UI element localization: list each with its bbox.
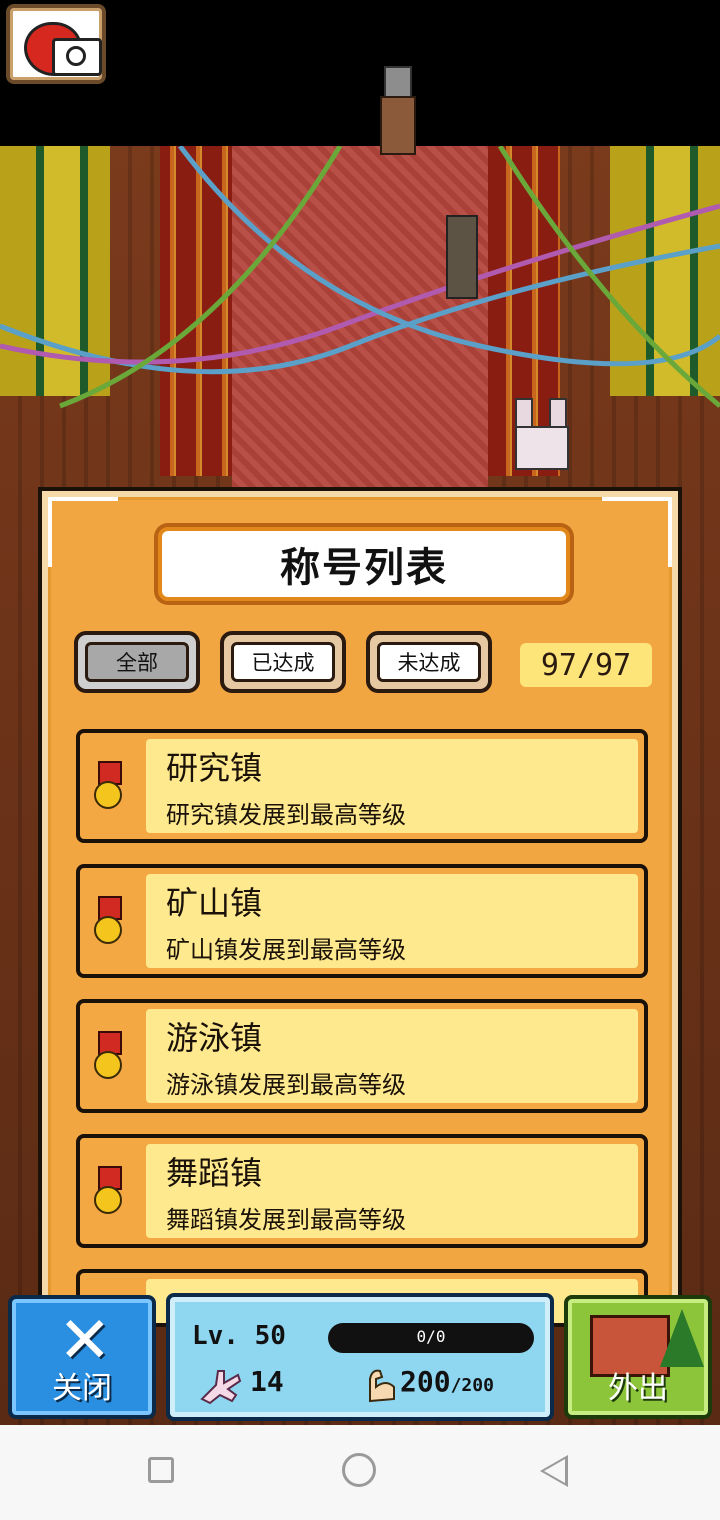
title-description: 游泳镇发展到最高等级 — [166, 1071, 406, 1099]
title-name: 游泳镇 — [166, 1019, 263, 1057]
medal-icon — [94, 1031, 124, 1085]
tab-all-label: 全部 — [85, 642, 189, 682]
tab-all[interactable]: 全部 — [74, 631, 200, 693]
exp-value: 0/0 — [416, 1327, 446, 1346]
title-item[interactable]: 矿山镇 矿山镇发展到最高等级 — [76, 864, 648, 978]
tree-icon — [660, 1309, 704, 1367]
player-level: Lv. 50 — [192, 1321, 286, 1351]
panel-title-box: 称号列表 — [158, 527, 570, 601]
screenshot-button[interactable] — [6, 4, 106, 84]
stamina-max: /200 — [450, 1375, 494, 1396]
tab-not-achieved[interactable]: 未达成 — [366, 631, 492, 693]
back-icon[interactable] — [540, 1455, 568, 1487]
title-description: 研究镇发展到最高等级 — [166, 801, 406, 829]
title-item[interactable]: 舞蹈镇 舞蹈镇发展到最高等级 — [76, 1134, 648, 1248]
title-description: 矿山镇发展到最高等级 — [166, 936, 406, 964]
title-name: 舞蹈镇 — [166, 1154, 263, 1192]
title-list[interactable]: 研究镇 研究镇发展到最高等级 矿山镇 矿山镇发展到最高等级 游泳镇 游泳镇发展到… — [76, 729, 648, 1323]
garland-decorations — [0, 146, 720, 409]
title-list-panel: 称号列表 全部 已达成 未达成 97/97 研究镇 研究镇发展到最高等级 矿山镇 — [38, 487, 682, 1327]
stamina-arm-icon — [369, 1369, 395, 1403]
coin-count: 14 — [250, 1365, 284, 1398]
ornament-corner — [602, 497, 672, 567]
title-item[interactable]: 研究镇 研究镇发展到最高等级 — [76, 729, 648, 843]
player-status-panel: Lv. 50 0/0 14 200/200 — [166, 1293, 554, 1421]
bottom-hud: ✕ 关闭 Lv. 50 0/0 14 200/200 外出 — [0, 1287, 720, 1425]
stamina-value: 200/200 — [400, 1365, 494, 1398]
go-out-button[interactable]: 外出 — [564, 1295, 712, 1419]
camera-lens-icon — [66, 46, 86, 66]
system-navigation-bar — [0, 1425, 720, 1520]
ornament-corner — [48, 497, 118, 567]
game-screen: 称号列表 全部 已达成 未达成 97/97 研究镇 研究镇发展到最高等级 矿山镇 — [0, 0, 720, 1425]
recent-apps-icon[interactable] — [148, 1457, 174, 1483]
medal-icon — [94, 761, 124, 815]
tab-achieved-label: 已达成 — [231, 642, 335, 682]
title-item[interactable]: 游泳镇 游泳镇发展到最高等级 — [76, 999, 648, 1113]
hand-icon — [200, 1370, 242, 1405]
title-count: 97/97 — [520, 643, 652, 687]
go-out-button-label: 外出 — [608, 1371, 668, 1406]
title-name: 矿山镇 — [166, 884, 263, 922]
player-character — [376, 66, 416, 156]
bunny-mascot — [505, 398, 575, 483]
close-button[interactable]: ✕ 关闭 — [8, 1295, 156, 1419]
close-button-label: 关闭 — [52, 1371, 112, 1406]
exp-bar: 0/0 — [328, 1323, 534, 1353]
home-icon[interactable] — [342, 1453, 376, 1487]
tab-achieved[interactable]: 已达成 — [220, 631, 346, 693]
medal-icon — [94, 1166, 124, 1220]
tab-not-achieved-label: 未达成 — [377, 642, 481, 682]
title-description: 舞蹈镇发展到最高等级 — [166, 1206, 406, 1234]
npc-character — [446, 215, 478, 299]
title-name: 研究镇 — [166, 749, 263, 787]
stamina-current: 200 — [400, 1365, 451, 1398]
panel-title: 称号列表 — [280, 545, 448, 591]
medal-icon — [94, 896, 124, 950]
